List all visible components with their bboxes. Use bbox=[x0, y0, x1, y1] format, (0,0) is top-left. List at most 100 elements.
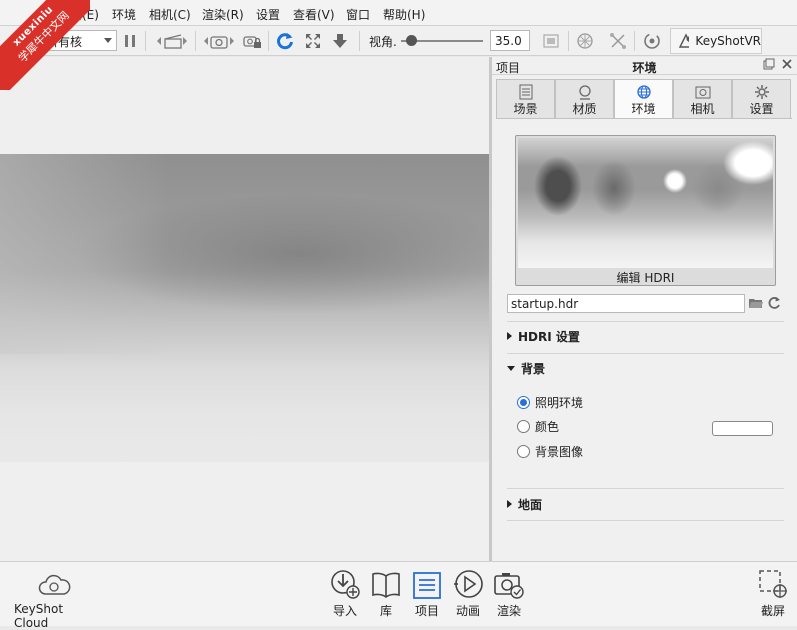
folder-open-icon[interactable] bbox=[748, 295, 764, 311]
section-ground[interactable]: 地面 bbox=[507, 493, 784, 515]
animation-button[interactable]: 动画 bbox=[451, 568, 485, 619]
menu-render[interactable]: 渲染(R) bbox=[202, 6, 244, 23]
camera-check-icon bbox=[494, 573, 524, 599]
sphere-grid-icon bbox=[577, 33, 593, 49]
section-ground-label: 地面 bbox=[518, 497, 543, 512]
chevron-right-icon bbox=[507, 500, 512, 508]
book-icon bbox=[372, 572, 400, 598]
import-button[interactable]: 导入 bbox=[328, 568, 362, 619]
project-panel: 环境 项目 场景 材质 环境 相机 设置 编辑 HDRI startup.hdr… bbox=[492, 57, 797, 561]
screenshot-label: 截屏 bbox=[760, 604, 785, 618]
camera-lock-icon bbox=[243, 36, 261, 48]
radio-checked-icon bbox=[517, 395, 530, 409]
menu-edit[interactable]: 编辑(E) bbox=[58, 6, 99, 23]
menu-settings[interactable]: 设置 bbox=[256, 6, 280, 23]
library-button[interactable]: 库 bbox=[369, 568, 403, 619]
aspect-icon bbox=[543, 34, 559, 48]
tab-divider bbox=[496, 118, 792, 119]
tab-camera[interactable]: 相机 bbox=[673, 79, 732, 119]
performance-mode-button[interactable] bbox=[574, 29, 596, 53]
drop-to-ground-button[interactable] bbox=[329, 29, 351, 53]
radio-lighting-environment[interactable]: 照明环境 bbox=[517, 393, 583, 411]
material-ball-icon bbox=[577, 83, 593, 100]
geometry-view-button[interactable] bbox=[607, 29, 629, 53]
refresh-icon bbox=[277, 33, 293, 50]
import-icon bbox=[331, 570, 360, 599]
panel-title: 环境 bbox=[632, 61, 657, 75]
render-button[interactable]: 渲染 bbox=[492, 568, 526, 619]
section-hdri-settings[interactable]: HDRI 设置 bbox=[507, 325, 784, 347]
project-list-icon bbox=[413, 572, 441, 599]
globe-icon bbox=[636, 83, 652, 100]
studio-cycle-button[interactable] bbox=[153, 29, 189, 53]
hdri-file-input[interactable]: startup.hdr bbox=[507, 294, 745, 313]
menu-camera[interactable]: 相机(C) bbox=[149, 6, 191, 23]
radio-unchecked-icon bbox=[517, 444, 530, 458]
tab-settings[interactable]: 设置 bbox=[732, 79, 791, 119]
project-label: 项目 bbox=[414, 604, 439, 618]
reload-icon[interactable] bbox=[766, 295, 782, 311]
menu-view[interactable]: 查看(V) bbox=[293, 6, 335, 23]
radio-background-image-label: 背景图像 bbox=[535, 444, 584, 459]
tab-settings-label: 设置 bbox=[749, 102, 774, 116]
render-viewport[interactable] bbox=[0, 57, 489, 561]
fit-view-button[interactable] bbox=[302, 29, 324, 53]
chevron-down-icon bbox=[104, 38, 112, 43]
expand-icon bbox=[306, 34, 320, 48]
keyshotvr-button[interactable]: KeyShotVR bbox=[670, 28, 762, 54]
radio-color[interactable]: 颜色 bbox=[517, 417, 559, 435]
section-background[interactable]: 背景 bbox=[507, 357, 784, 379]
refresh-button[interactable] bbox=[274, 29, 296, 53]
chevron-down-icon bbox=[507, 365, 515, 371]
animation-label: 动画 bbox=[455, 604, 480, 618]
edit-hdri-label: 编辑 HDRI bbox=[616, 271, 675, 285]
tab-environment[interactable]: 环境 bbox=[614, 79, 673, 119]
tab-scene[interactable]: 场景 bbox=[496, 79, 555, 119]
fov-slider-handle[interactable] bbox=[406, 35, 418, 46]
camera-cycle-button[interactable] bbox=[201, 29, 237, 53]
radio-lighting-environment-label: 照明环境 bbox=[535, 395, 584, 410]
radio-background-image[interactable]: 背景图像 bbox=[517, 442, 583, 460]
keyshotxr-button[interactable] bbox=[641, 29, 663, 53]
screenshot-lock-button[interactable] bbox=[241, 29, 263, 53]
tab-camera-label: 相机 bbox=[690, 102, 715, 116]
render-label: 渲染 bbox=[496, 604, 521, 618]
fov-label: 视角. bbox=[369, 35, 397, 49]
tool-icon bbox=[610, 33, 626, 49]
menu-bar: 编辑(E) 环境 相机(C) 渲染(R) 设置 查看(V) 窗口 帮助(H) bbox=[0, 0, 797, 26]
menu-help[interactable]: 帮助(H) bbox=[383, 6, 425, 23]
radio-unchecked-icon bbox=[517, 419, 530, 433]
turntable-icon bbox=[644, 33, 660, 49]
pause-button[interactable] bbox=[121, 29, 139, 53]
close-icon[interactable] bbox=[781, 58, 793, 73]
background-color-swatch[interactable] bbox=[712, 421, 773, 436]
arrow-down-icon bbox=[333, 34, 347, 48]
keyshot-cloud-button[interactable]: KeyShot Cloud bbox=[14, 570, 94, 630]
tab-scene-label: 场景 bbox=[513, 102, 538, 116]
fov-input[interactable]: 35.0 bbox=[490, 30, 530, 51]
bottom-toolbar: KeyShot Cloud 导入 库 项目 动画 渲染 截屏 bbox=[0, 561, 797, 630]
section-hdri-settings-label: HDRI 设置 bbox=[518, 329, 580, 344]
undock-icon[interactable] bbox=[763, 58, 775, 73]
panel-header-project: 项目 bbox=[496, 61, 521, 75]
tab-material[interactable]: 材质 bbox=[555, 79, 614, 119]
resolution-lock-button[interactable] bbox=[540, 29, 562, 53]
cpu-core-select[interactable]: 所有核 bbox=[41, 30, 117, 51]
library-label: 库 bbox=[379, 604, 392, 618]
play-icon bbox=[454, 570, 483, 598]
section-background-label: 背景 bbox=[521, 361, 546, 376]
keyshotvr-label: KeyShotVR bbox=[695, 34, 761, 48]
project-button[interactable]: 项目 bbox=[410, 568, 444, 619]
screenshot-icon bbox=[759, 570, 787, 598]
tab-material-label: 材质 bbox=[572, 102, 597, 116]
menu-environment[interactable]: 环境 bbox=[112, 6, 136, 23]
import-label: 导入 bbox=[332, 604, 357, 618]
tab-environment-label: 环境 bbox=[631, 102, 656, 116]
hdri-preview-image bbox=[518, 138, 773, 268]
menu-window[interactable]: 窗口 bbox=[346, 6, 370, 23]
screenshot-button[interactable]: 截屏 bbox=[756, 568, 790, 619]
hdri-edit-card[interactable]: 编辑 HDRI bbox=[515, 135, 776, 286]
clapper-icon bbox=[157, 34, 187, 49]
panel-tabs: 场景 材质 环境 相机 设置 bbox=[496, 79, 792, 119]
cloud-icon bbox=[38, 574, 71, 595]
